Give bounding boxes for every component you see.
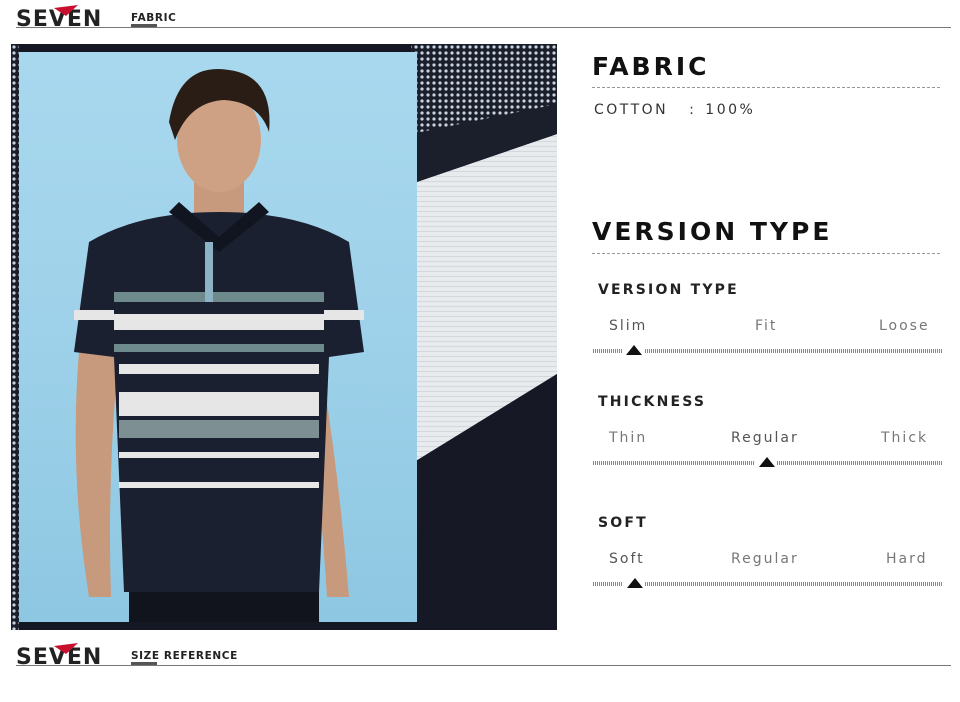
brand-logo-top: SEVEN [16,2,126,28]
brand-logo-bottom: SEVEN [16,640,126,666]
option-thick: Thick [881,430,929,446]
model-illustration [74,69,364,622]
size-reference-label: SIZE REFERENCE [131,650,238,662]
soft-indicator-icon [627,578,643,588]
fabric-material: COTTON [594,102,669,118]
option-soft: Soft [609,551,645,567]
option-regular-softness: Regular [731,551,799,567]
option-loose: Loose [879,318,930,334]
attribute-title-soft: SOFT [598,515,648,531]
version-type-title-rule [592,253,940,254]
attribute-title-thickness: THICKNESS [598,394,707,410]
fabric-title: FABRIC [592,52,710,81]
fabric-composition: COTTON : 100% [594,102,755,118]
option-slim: Slim [609,318,648,334]
fabric-title-rule [592,87,940,88]
thickness-indicator-icon [759,457,775,467]
header-divider [16,27,951,28]
option-hard: Hard [886,551,928,567]
attribute-title-version-type: VERSION TYPE [598,282,739,298]
fabric-separator: : [689,102,697,118]
header-section-label: FABRIC [131,12,177,24]
fabric-percentage: 100% [705,102,756,118]
version-type-scale [593,349,943,353]
option-regular-thickness: Regular [731,430,799,446]
product-photo [11,44,557,630]
size-reference-divider [16,665,951,666]
option-thin: Thin [609,430,648,446]
version-type-title: VERSION TYPE [592,217,833,246]
model-photo [19,52,417,622]
soft-scale [593,582,943,586]
version-type-indicator-icon [626,345,642,355]
option-fit: Fit [755,318,778,334]
